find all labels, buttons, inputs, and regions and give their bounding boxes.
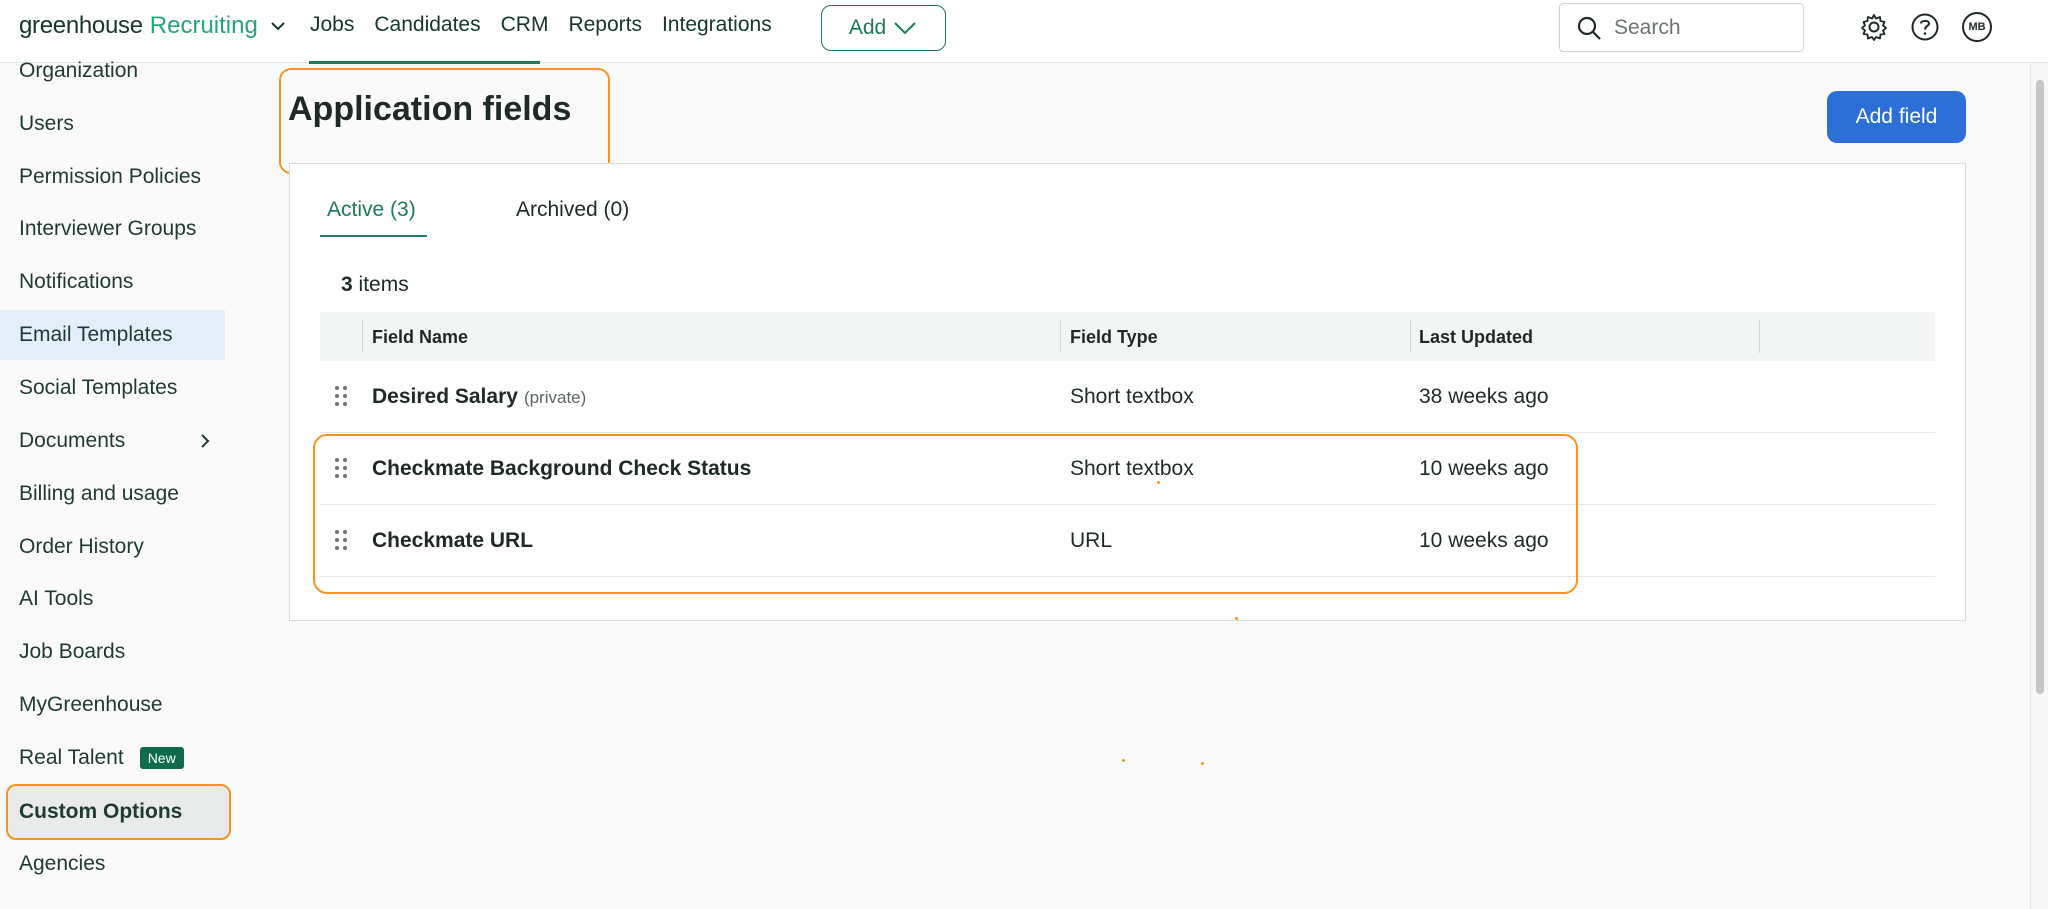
sidebar-item-label: Order History bbox=[19, 535, 144, 558]
sidebar-item-social-templates[interactable]: Social Templates bbox=[0, 363, 225, 413]
active-tab-underline bbox=[320, 235, 427, 237]
sidebar-item-label: Job Boards bbox=[19, 640, 126, 663]
top-navigation-bar: greenhouse Recruiting Jobs Candidates CR… bbox=[0, 0, 2048, 63]
sidebar-item-documents[interactable]: Documents bbox=[0, 416, 225, 466]
search-box[interactable] bbox=[1559, 3, 1804, 52]
scrollbar-thumb[interactable] bbox=[2036, 80, 2044, 694]
sidebar-item-label: Notifications bbox=[19, 270, 134, 293]
add-menu-button[interactable]: Add bbox=[821, 5, 946, 51]
sidebar-item-label: MyGreenhouse bbox=[19, 693, 163, 716]
sidebar-item-label: Real Talent bbox=[19, 746, 124, 769]
main-nav: Jobs Candidates CRM Reports Integrations bbox=[310, 13, 772, 37]
sidebar-item-interviewer-groups[interactable]: Interviewer Groups bbox=[0, 204, 225, 254]
tab-archived[interactable]: Archived (0) bbox=[516, 198, 629, 222]
chevron-down-icon bbox=[271, 22, 285, 31]
page-title: Application fields bbox=[288, 90, 572, 128]
annotation-dot bbox=[1157, 481, 1160, 484]
sidebar-item-real-talent[interactable]: Real Talent New bbox=[0, 733, 225, 783]
sidebar-item-label: Documents bbox=[19, 429, 126, 452]
sidebar-item-ai-tools[interactable]: AI Tools bbox=[0, 574, 225, 624]
sidebar-item-email-templates[interactable]: Email Templates bbox=[0, 310, 225, 360]
nav-reports[interactable]: Reports bbox=[568, 13, 642, 37]
help-icon[interactable] bbox=[1910, 12, 1940, 42]
sidebar-item-label: AI Tools bbox=[19, 587, 94, 610]
column-divider bbox=[362, 320, 363, 353]
rows-highlight bbox=[313, 434, 1578, 594]
column-divider bbox=[1410, 320, 1411, 353]
item-count: 3 items bbox=[341, 273, 409, 297]
brand-logo: greenhouse bbox=[19, 12, 143, 39]
add-menu-label: Add bbox=[848, 16, 887, 39]
nav-integrations[interactable]: Integrations bbox=[662, 13, 772, 37]
sidebar-item-label: Email Templates bbox=[19, 323, 173, 346]
search-icon bbox=[1577, 16, 1601, 40]
sidebar-item-label: Organization bbox=[19, 59, 139, 82]
table-header: Field Name Field Type Last Updated bbox=[320, 312, 1935, 361]
field-name: Desired Salary bbox=[372, 385, 518, 408]
sidebar-item-users[interactable]: Users bbox=[0, 99, 225, 149]
sidebar-item-permission-policies[interactable]: Permission Policies bbox=[0, 152, 225, 202]
column-field-name[interactable]: Field Name bbox=[372, 327, 468, 348]
sidebar-item-label: Billing and usage bbox=[19, 482, 179, 505]
sidebar-item-agencies[interactable]: Agencies bbox=[0, 839, 225, 889]
annotation-dot bbox=[1122, 759, 1125, 762]
sidebar-item-label: Users bbox=[19, 112, 74, 135]
nav-jobs[interactable]: Jobs bbox=[310, 13, 354, 37]
sidebar-item-notifications[interactable]: Notifications bbox=[0, 257, 225, 307]
sidebar-item-billing[interactable]: Billing and usage bbox=[0, 469, 225, 519]
chevron-right-icon bbox=[201, 434, 210, 448]
sidebar-item-order-history[interactable]: Order History bbox=[0, 522, 225, 572]
annotation-dot bbox=[1235, 617, 1238, 620]
sidebar-item-organization[interactable]: Organization bbox=[0, 46, 225, 96]
settings-sidebar: Organization Users Permission Policies I… bbox=[0, 59, 231, 909]
search-input[interactable] bbox=[1614, 15, 1784, 40]
table-row[interactable]: Desired Salary (private) Short textbox 38… bbox=[320, 361, 1935, 433]
column-divider bbox=[1060, 320, 1061, 353]
nav-crm[interactable]: CRM bbox=[501, 13, 549, 37]
sidebar-item-label: Agencies bbox=[19, 852, 106, 875]
brand-product: Recruiting bbox=[149, 12, 258, 39]
sidebar-item-label: Social Templates bbox=[19, 376, 178, 399]
sidebar-item-job-boards[interactable]: Job Boards bbox=[0, 627, 225, 677]
sidebar-item-label: Permission Policies bbox=[19, 165, 202, 188]
tab-active[interactable]: Active (3) bbox=[327, 198, 416, 222]
sidebar-item-custom-options[interactable]: Custom Options bbox=[6, 784, 231, 840]
nav-candidates[interactable]: Candidates bbox=[374, 13, 480, 37]
drag-handle-icon[interactable] bbox=[334, 385, 348, 407]
section-tab-indicator bbox=[309, 61, 540, 64]
column-divider bbox=[1759, 320, 1760, 353]
field-name-cell[interactable]: Desired Salary (private) bbox=[372, 385, 586, 409]
sidebar-item-label: Custom Options bbox=[19, 800, 183, 823]
field-type-cell: Short textbox bbox=[1070, 385, 1194, 408]
private-label: (private) bbox=[523, 388, 587, 407]
column-last-updated[interactable]: Last Updated bbox=[1419, 327, 1533, 348]
item-count-number: 3 bbox=[341, 273, 353, 296]
last-updated-cell: 38 weeks ago bbox=[1419, 385, 1549, 408]
brand-switcher[interactable]: greenhouse Recruiting bbox=[19, 10, 288, 42]
new-badge: New bbox=[139, 747, 184, 769]
annotation-dot bbox=[1201, 762, 1204, 765]
gear-icon[interactable] bbox=[1859, 12, 1889, 42]
chevron-down-icon bbox=[894, 22, 916, 35]
avatar[interactable]: MB bbox=[1962, 12, 1992, 42]
sidebar-item-label: Interviewer Groups bbox=[19, 217, 197, 240]
add-field-button[interactable]: Add field bbox=[1827, 91, 1966, 143]
item-count-suffix: items bbox=[352, 273, 409, 296]
sidebar-item-mygreenhouse[interactable]: MyGreenhouse bbox=[0, 680, 225, 730]
column-field-type[interactable]: Field Type bbox=[1070, 327, 1158, 348]
